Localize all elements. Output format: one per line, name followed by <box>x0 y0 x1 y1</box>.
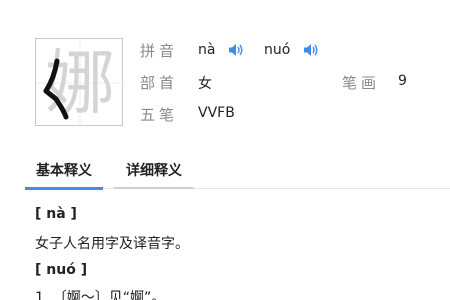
pinyin-na: nà <box>198 42 216 58</box>
tab-basic-definition[interactable]: 基本释义 <box>25 160 103 190</box>
wubi-label: 五笔 <box>140 106 179 124</box>
speaker-icon[interactable] <box>228 42 244 58</box>
character-stroke-box: 娜 <box>35 38 124 127</box>
pinyin-nuo: nuó <box>264 42 291 58</box>
radical-label: 部首 <box>140 74 179 92</box>
definition-heading-nuo: [ nuó ] <box>35 262 88 278</box>
speaker-icon[interactable] <box>303 42 319 58</box>
definition-heading-na: [ nà ] <box>35 206 77 222</box>
pinyin-label: 拼音 <box>140 42 179 60</box>
strokes-label: 笔画 <box>342 74 381 92</box>
stroke-order-highlight <box>43 58 69 120</box>
definition-text-nuo: 1. 〔婀～〕见“婀”。 <box>35 290 166 300</box>
tab-detailed-definition[interactable]: 详细释义 <box>114 160 194 189</box>
dictionary-page: 娜 拼音 nà nuó 部首 女 笔画 9 五笔 VVFB 基本释义 详细释义 … <box>0 0 450 300</box>
wubi-value: VVFB <box>198 105 235 121</box>
radical-value: 女 <box>198 76 212 92</box>
definition-text-na: 女子人名用字及译音字。 <box>35 236 189 252</box>
strokes-value: 9 <box>398 73 407 89</box>
